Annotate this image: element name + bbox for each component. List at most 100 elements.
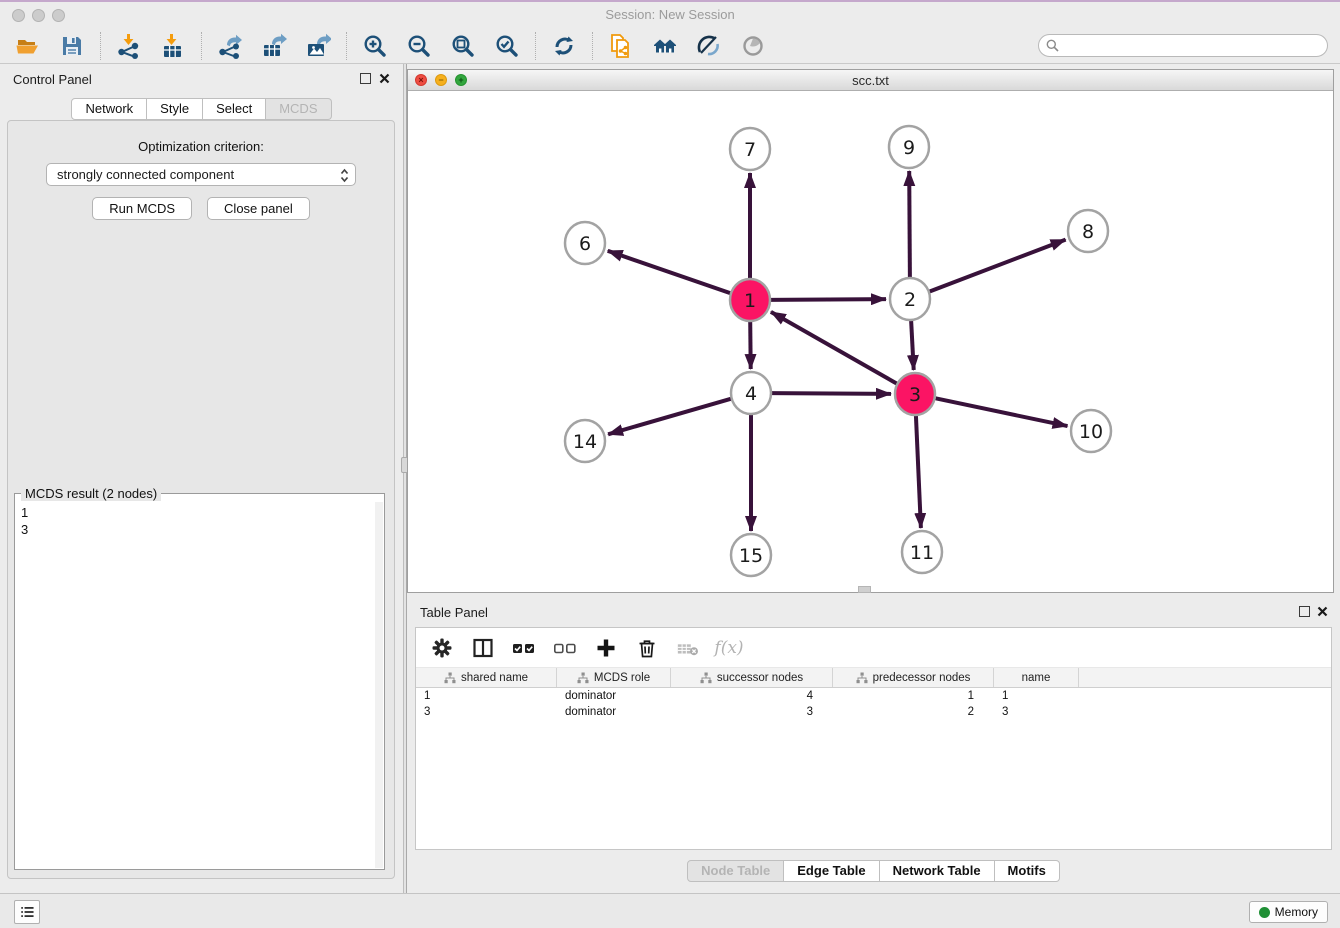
control-panel-tabs: Network Style Select MCDS <box>0 98 403 120</box>
column-header-mcds-role[interactable]: MCDS role <box>557 668 671 687</box>
svg-text:4: 4 <box>745 383 757 405</box>
tab-style[interactable]: Style <box>147 98 203 120</box>
memory-status-icon <box>1259 907 1270 918</box>
float-table-panel-icon[interactable] <box>1299 606 1310 617</box>
graph-node-7[interactable]: 7 <box>730 128 770 170</box>
export-network-icon[interactable] <box>216 32 244 60</box>
graph-edge-1-6[interactable] <box>608 251 731 293</box>
svg-text:8: 8 <box>1082 221 1094 243</box>
svg-text:15: 15 <box>739 545 763 567</box>
table-row[interactable]: 3 dominator 3 2 3 <box>416 704 1331 720</box>
network-window-title: scc.txt <box>408 73 1333 88</box>
graph-node-3[interactable]: 3 <box>895 373 935 415</box>
table-settings-icon[interactable] <box>430 636 454 660</box>
table-row[interactable]: 1 dominator 4 1 1 <box>416 688 1331 704</box>
export-table-icon[interactable] <box>260 32 288 60</box>
tab-edge-table[interactable]: Edge Table <box>784 860 879 882</box>
graph-node-11[interactable]: 11 <box>902 531 942 573</box>
open-session-icon[interactable] <box>14 32 42 60</box>
table-panel: Table Panel <box>407 597 1340 893</box>
function-builder-icon: f(x) <box>717 636 741 660</box>
task-history-button[interactable] <box>14 900 40 924</box>
column-header-successor-nodes[interactable]: successor nodes <box>671 668 833 687</box>
mcds-result-title: MCDS result (2 nodes) <box>21 486 161 501</box>
memory-button[interactable]: Memory <box>1249 901 1328 923</box>
search-input[interactable] <box>1064 39 1314 53</box>
graph-node-8[interactable]: 8 <box>1068 210 1108 252</box>
apply-layout-icon[interactable] <box>550 32 578 60</box>
first-neighbors-icon[interactable] <box>651 32 679 60</box>
dropdown-value: strongly connected component <box>57 167 234 182</box>
graph-node-6[interactable]: 6 <box>565 222 605 264</box>
mcds-result-list[interactable]: 1 3 <box>15 500 374 869</box>
column-header-predecessor-nodes[interactable]: predecessor nodes <box>833 668 994 687</box>
zoom-in-icon[interactable] <box>361 32 389 60</box>
close-panel-icon[interactable] <box>379 73 390 84</box>
graph-edge-3-1[interactable] <box>771 312 897 384</box>
hide-graphics-details-icon[interactable] <box>695 32 723 60</box>
graph-edge-2-3[interactable] <box>911 320 914 370</box>
tab-motifs[interactable]: Motifs <box>995 860 1060 882</box>
network-splitter-handle[interactable] <box>858 586 871 593</box>
graph-edge-1-2[interactable] <box>771 299 886 300</box>
tab-network-table[interactable]: Network Table <box>880 860 995 882</box>
graph-edge-1-4[interactable] <box>750 321 751 369</box>
tab-network[interactable]: Network <box>71 98 147 120</box>
import-network-icon[interactable] <box>115 32 143 60</box>
show-columns-icon[interactable] <box>471 636 495 660</box>
close-table-panel-icon[interactable] <box>1317 606 1328 617</box>
svg-text:2: 2 <box>904 289 916 311</box>
graph-node-15[interactable]: 15 <box>731 534 771 576</box>
mcds-result-line: 3 <box>21 521 368 538</box>
shared-column-icon <box>700 672 712 684</box>
select-all-columns-icon[interactable] <box>512 636 536 660</box>
optimization-criterion-dropdown[interactable]: strongly connected component <box>46 163 356 186</box>
delete-table-icon <box>676 636 700 660</box>
table-toolbar: f(x) <box>416 628 1331 668</box>
tab-mcds[interactable]: MCDS <box>266 98 331 120</box>
network-graph: 7 9 6 8 1 2 4 3 14 10 15 11 <box>408 91 1333 592</box>
zoom-selected-icon[interactable] <box>493 32 521 60</box>
close-panel-button[interactable]: Close panel <box>207 197 310 220</box>
graph-node-10[interactable]: 10 <box>1071 410 1111 452</box>
zoom-fit-icon[interactable] <box>449 32 477 60</box>
graph-node-9[interactable]: 9 <box>889 126 929 168</box>
zoom-out-icon[interactable] <box>405 32 433 60</box>
show-graphics-details-icon[interactable] <box>739 32 767 60</box>
graph-node-4[interactable]: 4 <box>731 372 771 414</box>
column-header-name[interactable]: name <box>994 668 1079 687</box>
shared-column-icon <box>856 672 868 684</box>
graph-node-1[interactable]: 1 <box>730 279 770 321</box>
svg-text:6: 6 <box>579 233 591 255</box>
save-session-icon[interactable] <box>58 32 86 60</box>
delete-column-icon[interactable] <box>635 636 659 660</box>
network-canvas[interactable]: 7 9 6 8 1 2 4 3 14 10 15 11 <box>408 91 1333 592</box>
graph-edge-2-9[interactable] <box>909 171 910 278</box>
graph-node-14[interactable]: 14 <box>565 420 605 462</box>
graph-edge-4-14[interactable] <box>608 399 731 435</box>
network-window-titlebar[interactable]: × − + scc.txt <box>408 70 1333 91</box>
tab-select[interactable]: Select <box>203 98 266 120</box>
control-panel-title: Control Panel <box>13 72 92 87</box>
deselect-all-columns-icon[interactable] <box>553 636 577 660</box>
new-network-from-selection-icon[interactable] <box>607 32 635 60</box>
run-mcds-button[interactable]: Run MCDS <box>92 197 192 220</box>
float-panel-icon[interactable] <box>360 73 371 84</box>
svg-text:9: 9 <box>903 137 915 159</box>
graph-edge-3-10[interactable] <box>936 398 1068 426</box>
column-header-shared-name[interactable]: shared name <box>416 668 557 687</box>
graph-edge-3-11[interactable] <box>916 415 921 528</box>
graph-edge-4-3[interactable] <box>772 393 891 394</box>
search-box[interactable] <box>1038 34 1328 57</box>
graph-edge-2-8[interactable] <box>930 240 1066 292</box>
svg-text:1: 1 <box>744 290 756 312</box>
graph-node-2[interactable]: 2 <box>890 278 930 320</box>
mcds-result-scrollbar[interactable] <box>375 502 383 868</box>
main-toolbar <box>0 28 1340 64</box>
search-icon <box>1046 39 1059 52</box>
add-column-icon[interactable] <box>594 636 618 660</box>
export-image-icon[interactable] <box>304 32 332 60</box>
tab-node-table[interactable]: Node Table <box>687 860 784 882</box>
svg-text:10: 10 <box>1079 421 1103 443</box>
import-table-icon[interactable] <box>159 32 187 60</box>
